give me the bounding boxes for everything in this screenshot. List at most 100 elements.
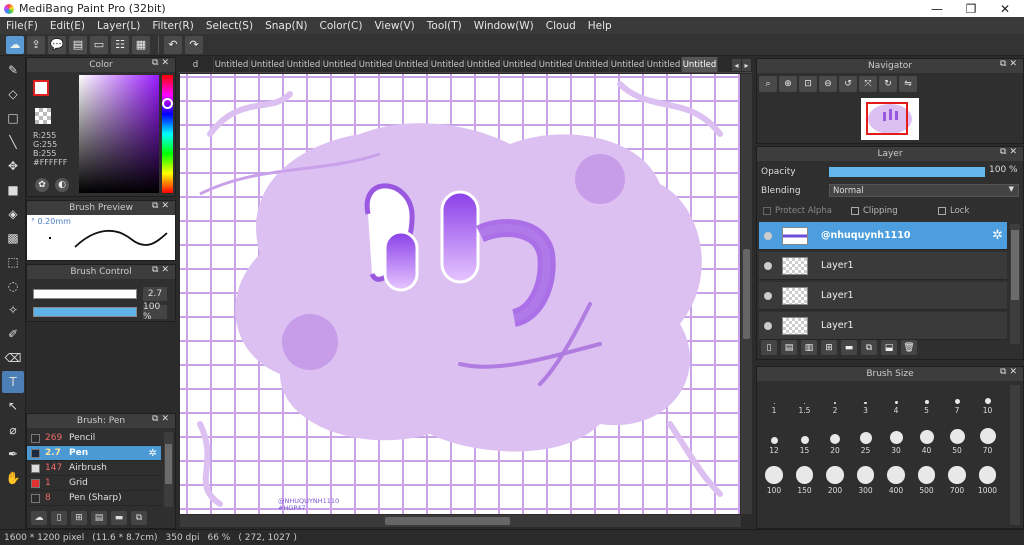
canvas-vertical-scrollbar[interactable] [741, 74, 752, 514]
brush-size-value[interactable]: 2.7 [143, 287, 167, 301]
zoom-out-icon[interactable]: ⊖ [819, 76, 837, 92]
tab-scroll-right-icon[interactable]: ▸ [742, 59, 751, 71]
brush-item-airbrush[interactable]: 147 Airbrush [27, 461, 161, 476]
hue-marker[interactable] [162, 98, 173, 109]
dropper2-icon[interactable]: ✒ [2, 443, 24, 465]
actual-size-icon[interactable]: ⤧ [859, 76, 877, 92]
panel-controls-icon[interactable]: ⧉✕ [152, 201, 172, 211]
duplicate-brush-icon[interactable]: ⧉ [131, 511, 147, 525]
undo-icon[interactable]: ↶ [164, 35, 182, 54]
tab-document-active[interactable]: Untitled [682, 57, 718, 72]
canvas-horizontal-scrollbar[interactable] [180, 515, 741, 527]
tab-document[interactable]: Untitled [574, 57, 610, 72]
zoom-icon[interactable]: ⌕ [759, 76, 777, 92]
tab-document[interactable]: Untitled [250, 57, 286, 72]
zoom-in-icon[interactable]: ⊕ [779, 76, 797, 92]
canvas-horizontal-scroll-thumb[interactable] [385, 517, 510, 525]
tab-document[interactable]: d [178, 57, 214, 72]
export-icon[interactable]: ⇪ [27, 35, 45, 54]
maximize-button[interactable]: ❐ [954, 0, 988, 17]
gear-icon[interactable]: ✲ [149, 448, 157, 459]
brush-size-option[interactable]: 40 [912, 423, 942, 455]
new-8bit-layer-icon[interactable]: ▥ [801, 340, 817, 355]
brush-size-option[interactable]: 10 [973, 383, 1003, 415]
menu-help[interactable]: Help [588, 20, 612, 32]
brush-size-option[interactable]: 300 [851, 463, 881, 495]
brush-size-option[interactable]: 1000 [973, 463, 1003, 495]
fill-rect-icon[interactable]: ■ [2, 179, 24, 201]
foreground-color-swatch[interactable] [33, 80, 49, 96]
bucket-icon[interactable]: ◈ [2, 203, 24, 225]
move-icon[interactable]: ✥ [2, 155, 24, 177]
layer-row[interactable]: Layer1 [759, 282, 1007, 310]
brush-size-option[interactable]: 5 [912, 383, 942, 415]
brush-size-option[interactable]: 200 [820, 463, 850, 495]
gear-icon[interactable]: ✲ [992, 228, 1003, 243]
eraser-icon[interactable]: ◇ [2, 83, 24, 105]
fit-icon[interactable]: ⊡ [799, 76, 817, 92]
brush-folder-icon[interactable]: ▬ [111, 511, 127, 525]
brush-item-pencil[interactable]: 269 Pencil [27, 431, 161, 446]
menu-cloud[interactable]: Cloud [546, 20, 576, 32]
hue-slider[interactable] [162, 75, 173, 193]
layer-row[interactable]: Layer1 [759, 312, 1007, 340]
menu-snap[interactable]: Snap(N) [265, 20, 307, 32]
brush-opacity-slider[interactable] [33, 307, 137, 317]
select-eraser-icon[interactable]: ⌫ [2, 347, 24, 369]
eye-icon[interactable] [764, 321, 772, 330]
rect-icon[interactable]: □ [2, 107, 24, 129]
close-window-button[interactable]: ✕ [988, 0, 1022, 17]
rotate-right-icon[interactable]: ↻ [879, 76, 897, 92]
tab-document[interactable]: Untitled [394, 57, 430, 72]
comment-icon[interactable]: 💬 [48, 35, 66, 54]
brush-settings-icon[interactable]: ▤ [91, 511, 107, 525]
operation-icon[interactable]: ↖ [2, 395, 24, 417]
layer-list-scrollbar[interactable] [1010, 224, 1020, 344]
brush-size-option[interactable]: 150 [790, 463, 820, 495]
tab-document[interactable]: Untitled [646, 57, 682, 72]
menu-color[interactable]: Color(C) [320, 20, 363, 32]
brush-size-option[interactable]: 7 [942, 383, 972, 415]
gradient-icon[interactable]: ▩ [2, 227, 24, 249]
menu-filter[interactable]: Filter(R) [152, 20, 194, 32]
add-brush-icon[interactable]: ⊞ [71, 511, 87, 525]
eyedropper-icon[interactable]: ⌀ [2, 419, 24, 441]
menu-file[interactable]: File(F) [6, 20, 38, 32]
pen-icon[interactable]: ✎ [2, 59, 24, 81]
transparent-color-swatch[interactable] [35, 108, 51, 124]
brush-list-scrollbar[interactable] [164, 432, 173, 507]
brush-item-pen-sharp[interactable]: 8 Pen (Sharp) [27, 491, 161, 506]
new-layer-icon[interactable]: ▯ [761, 340, 777, 355]
brush-size-option[interactable]: 20 [820, 423, 850, 455]
brush-size-option[interactable]: 25 [851, 423, 881, 455]
saturation-value-picker[interactable] [79, 75, 159, 193]
layer-row[interactable]: Layer1 [759, 252, 1007, 280]
page-icon[interactable]: ▭ [90, 35, 108, 54]
new-brush-icon[interactable]: ▯ [51, 511, 67, 525]
tab-document[interactable]: Untitled [502, 57, 538, 72]
menu-view[interactable]: View(V) [374, 20, 414, 32]
brush-list-scroll-thumb[interactable] [165, 444, 172, 484]
brush-size-option[interactable]: 12 [759, 423, 789, 455]
layer-list-scroll-thumb[interactable] [1011, 230, 1019, 300]
brush-size-option[interactable]: 1.5 [790, 383, 820, 415]
brush-size-option[interactable]: 15 [790, 423, 820, 455]
panel-controls-icon[interactable]: ⧉✕ [152, 58, 172, 68]
eye-icon[interactable] [764, 291, 772, 300]
brush-size-option[interactable]: 100 [759, 463, 789, 495]
brush-size-option[interactable]: 1 [759, 383, 789, 415]
redo-icon[interactable]: ↷ [185, 35, 203, 54]
palette-icon[interactable]: ✿ [35, 178, 49, 192]
layer-row-active[interactable]: @nhuquynh1110 ✲ [759, 222, 1007, 250]
menu-tool[interactable]: Tool(T) [427, 20, 462, 32]
tab-document[interactable]: Untitled [610, 57, 646, 72]
layer-folder-icon[interactable]: ▬ [841, 340, 857, 355]
brush-size-option[interactable]: 50 [942, 423, 972, 455]
menu-layer[interactable]: Layer(L) [97, 20, 140, 32]
canvas-viewport[interactable]: @NHUQUYNH1110 #HGP47 [180, 74, 740, 514]
lock-checkbox[interactable]: Lock [938, 206, 969, 216]
rotate-left-icon[interactable]: ↺ [839, 76, 857, 92]
line-icon[interactable]: ╲ [2, 131, 24, 153]
add-layer-menu-icon[interactable]: ⊞ [821, 340, 837, 355]
panel-controls-icon[interactable]: ⧉✕ [152, 265, 172, 275]
